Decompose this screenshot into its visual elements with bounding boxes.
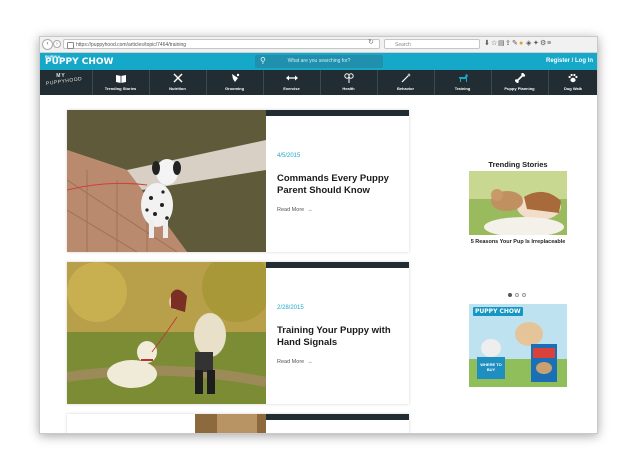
nav-label: Dog Walk — [563, 86, 583, 91]
nav-label: Exercise — [283, 86, 300, 91]
bone-icon — [492, 72, 547, 86]
trending-story-caption[interactable]: 5 Reasons Your Pup Is Irreplaceable — [469, 238, 567, 246]
menu-icon[interactable]: ≡ — [547, 40, 554, 47]
nav-item-nutrition[interactable]: Nutrition — [149, 70, 205, 95]
nav-label: Puppy Planning — [504, 86, 535, 91]
carousel-dots — [508, 293, 528, 298]
nav-item-behavior[interactable]: Behavior — [377, 70, 433, 95]
nav-item-grooming[interactable]: Grooming — [206, 70, 262, 95]
browser-toolbar: ‹ › https://puppyhood.com/articles/topic… — [40, 37, 597, 53]
article-card[interactable]: 2/28/2015 Training Your Puppy with Hand … — [67, 262, 409, 404]
star-icon[interactable]: ☆ — [491, 39, 498, 47]
category-nav: MY PUPPYHOOD Trending Stories Nutrition … — [40, 70, 597, 95]
nav-label: Trending Stories — [104, 86, 137, 91]
my-puppyhood-logo[interactable]: MY PUPPYHOOD — [46, 73, 83, 93]
nav-item-training[interactable]: Training — [434, 70, 490, 95]
article-image-dalmatian[interactable] — [67, 110, 266, 252]
forward-button[interactable]: › — [53, 40, 61, 48]
site-search-input[interactable]: ⚲ What are you searching for? — [255, 55, 383, 68]
read-more-link[interactable]: Read More → — [277, 207, 313, 213]
url-bar[interactable]: https://puppyhood.com/articles/topic/746… — [63, 39, 380, 49]
main-content: 4/5/2015 Commands Every Puppy Parent Sho… — [40, 95, 597, 433]
card-ribbon — [266, 262, 409, 268]
article-image[interactable] — [67, 414, 266, 433]
url-text: https://puppyhood.com/articles/topic/746… — [76, 42, 187, 48]
nav-label: Behavior — [396, 86, 415, 91]
article-card[interactable] — [67, 414, 409, 433]
article-card[interactable]: 4/5/2015 Commands Every Puppy Parent Sho… — [67, 110, 409, 252]
dog-icon — [435, 73, 490, 86]
back-button[interactable]: ‹ — [42, 39, 53, 50]
nav-item-exercise[interactable]: Exercise — [263, 70, 319, 95]
logo-text: PUPPY CHOW — [45, 57, 114, 67]
nav-item-puppy-planning[interactable]: Puppy Planning — [491, 70, 547, 95]
puzzle-icon[interactable]: ✦ — [533, 39, 540, 47]
coin-icon[interactable]: ● — [519, 40, 526, 47]
nav-item-health[interactable]: Health — [320, 70, 376, 95]
nav-label: Nutrition — [169, 86, 186, 91]
lock-icon — [67, 42, 74, 49]
read-more-label: Read More — [277, 207, 305, 213]
reload-icon[interactable]: ↻ — [368, 38, 374, 46]
arrows-icon — [264, 73, 319, 86]
card-ribbon — [266, 414, 409, 420]
grooming-icon — [207, 73, 262, 86]
article-title[interactable]: Commands Every Puppy Parent Should Know — [277, 173, 395, 197]
arrow-right-icon: → — [307, 207, 313, 213]
sidebar-title: Trending Stories — [488, 160, 548, 169]
nav-label: Health — [342, 86, 355, 91]
clipboard-icon[interactable]: ▤ — [498, 39, 505, 47]
shield-icon[interactable]: ◈ — [526, 39, 533, 47]
carousel-dot[interactable] — [515, 293, 519, 297]
site-header: PURINA PUPPY CHOW ⚲ What are you searchi… — [40, 53, 597, 70]
browser-icons: ⬇☆▤⇪✎●◈✦⚙≡ — [484, 39, 554, 47]
download-icon[interactable]: ⬇ — [484, 39, 491, 47]
extension-icon[interactable]: ✎ — [512, 39, 519, 47]
nav-label: Grooming — [224, 86, 245, 91]
card-ribbon — [266, 110, 409, 116]
nav-item-dog-walk[interactable]: Dog Walk — [548, 70, 597, 95]
settings-icon[interactable]: ⚙ — [540, 39, 547, 47]
site-search-placeholder: What are you searching for? — [287, 58, 351, 64]
ad-where-to-buy[interactable]: WHERE TO BUY — [479, 362, 503, 372]
site-logo[interactable]: PURINA PUPPY CHOW — [45, 54, 113, 69]
nav-item-trending[interactable]: Trending Stories — [92, 70, 148, 95]
browser-window: ‹ › https://puppyhood.com/articles/topic… — [39, 36, 598, 434]
article-date: 4/5/2015 — [277, 153, 301, 159]
article-date: 2/28/2015 — [277, 305, 304, 311]
read-more-link[interactable]: Read More → — [277, 359, 313, 365]
fork-knife-icon — [150, 73, 205, 86]
carousel-dot-active[interactable] — [508, 293, 512, 297]
trending-story-image[interactable] — [469, 171, 567, 235]
register-login-link[interactable]: Register / Log In — [546, 58, 593, 64]
browser-search-placeholder: Search — [395, 42, 411, 48]
wand-icon — [378, 73, 433, 86]
article-image-hand-signals[interactable] — [67, 262, 266, 404]
nav-label: Training — [454, 86, 471, 91]
article-title[interactable]: Training Your Puppy with Hand Signals — [277, 325, 395, 349]
book-icon — [93, 73, 148, 86]
ad-logo: PUPPY CHOW — [473, 307, 523, 316]
health-icon — [321, 73, 376, 86]
read-more-label: Read More — [277, 359, 305, 365]
carousel-dot[interactable] — [522, 293, 526, 297]
puppy-chow-ad[interactable]: PUPPY CHOW WHERE TO BUY — [469, 304, 567, 387]
paw-icon — [549, 73, 597, 86]
browser-search-input[interactable]: Search — [384, 39, 480, 49]
arrow-right-icon: → — [307, 359, 313, 365]
share-icon[interactable]: ⇪ — [505, 39, 512, 47]
